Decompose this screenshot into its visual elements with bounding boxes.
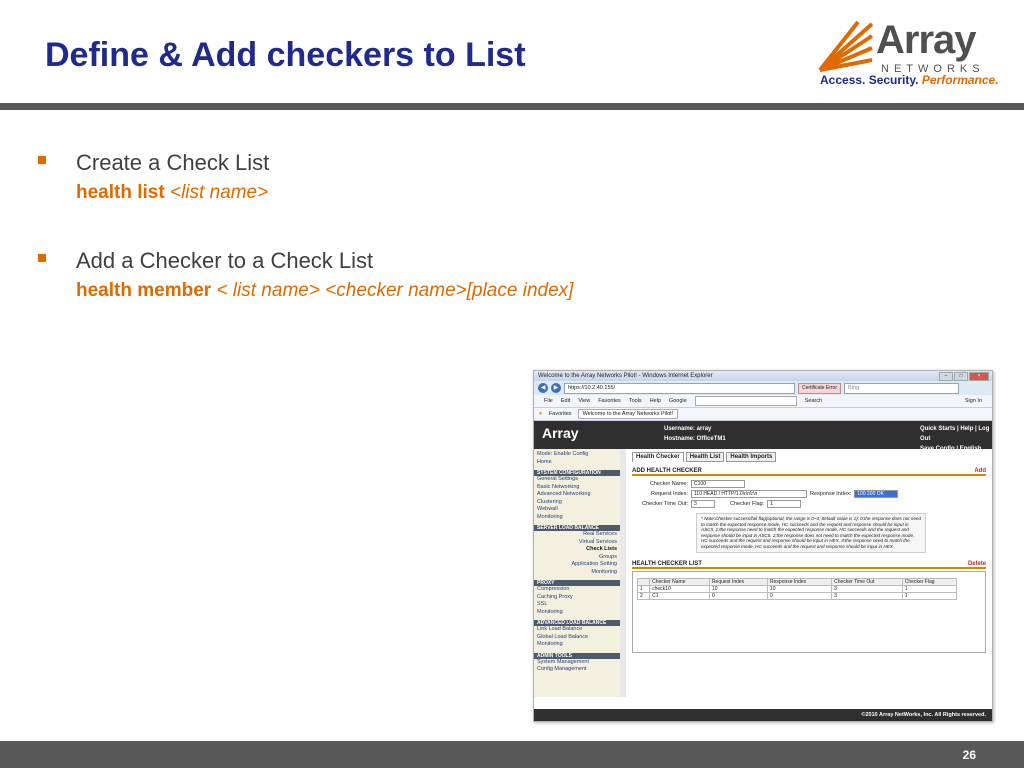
window-controls: – □ × xyxy=(939,371,992,381)
health-checker-table: Checker Name Request Index Response Inde… xyxy=(636,577,958,600)
sidebar-item[interactable]: General Settings xyxy=(534,476,626,484)
sidebar-item[interactable]: Webwall xyxy=(534,506,626,514)
table-row[interactable]: 1 check10 10 10 3 1 xyxy=(636,584,958,593)
bullet-create-list: Create a Check List health list <list na… xyxy=(36,150,736,204)
bullet-square-icon xyxy=(38,156,46,164)
sidebar-item[interactable]: Global Load Balance xyxy=(534,634,626,642)
footer-bar: 26 xyxy=(0,741,1024,768)
menu-edit[interactable]: Edit xyxy=(561,398,570,404)
title-divider-bar xyxy=(0,103,1024,110)
menu-view[interactable]: View xyxy=(578,398,590,404)
logo-tagline: Access. Security. Performance. xyxy=(820,73,999,87)
flag-input[interactable]: 1 xyxy=(767,500,802,508)
bullet-square-icon xyxy=(38,254,46,262)
timeout-row: Checker Time Out: 3 Checker Flag: 1 xyxy=(632,499,986,509)
request-index-select[interactable]: 110 HEAD / HTTP/1.0\r\n\r\n xyxy=(691,490,807,498)
menu-favorites[interactable]: Favorites xyxy=(598,398,621,404)
tab-health-list[interactable]: Health List xyxy=(685,452,725,462)
tab-health-checker[interactable]: Health Checker xyxy=(632,452,684,462)
sidebar-item[interactable]: Caching Proxy xyxy=(534,594,626,602)
sidebar-item[interactable]: System Management xyxy=(534,659,626,667)
sidebar-item[interactable]: Virtual Services xyxy=(534,539,626,547)
response-index-select[interactable]: 100 200 OK xyxy=(854,490,899,498)
toolbar-search[interactable]: Search xyxy=(805,398,822,404)
checker-name-input[interactable]: C100 xyxy=(691,480,745,488)
app-sidebar: Mode: Enable Config Home SYSTEM CONFIGUR… xyxy=(534,449,626,697)
bullet-text: Add a Checker to a Check List xyxy=(76,248,374,273)
menu-bar: File Edit View Favorites Tools Help Goog… xyxy=(534,395,992,408)
sidebar-item[interactable]: Basic Networking xyxy=(534,484,626,492)
sidebar-item[interactable]: Config Management xyxy=(534,666,626,674)
app-main: Health Checker Health List Health Import… xyxy=(626,449,992,697)
request-row: Request Index: 110 HEAD / HTTP/1.0\r\n\r… xyxy=(632,489,986,499)
logo-sunburst-icon xyxy=(818,20,874,72)
sidebar-item[interactable]: Groups xyxy=(534,554,626,562)
app-header: Array Username: array Hostname: OfficeTM… xyxy=(534,421,992,452)
close-icon[interactable]: × xyxy=(969,371,989,381)
timeout-input[interactable]: 3 xyxy=(691,500,715,508)
minimize-icon[interactable]: – xyxy=(939,371,953,381)
app-body: Mode: Enable Config Home SYSTEM CONFIGUR… xyxy=(534,449,992,697)
sidebar-item[interactable]: Monitoring xyxy=(534,609,626,617)
favorites-button[interactable]: Favorites xyxy=(549,411,572,417)
star-icon[interactable]: ★ xyxy=(538,411,543,417)
sidebar-item[interactable]: Real Services xyxy=(534,531,626,539)
browser-tab[interactable]: Welcome to the Array Networks Pilot! xyxy=(577,409,679,419)
app-logo: Array xyxy=(542,425,579,441)
sidebar-item[interactable]: Monitoring xyxy=(534,514,626,522)
sidebar-item-check-lists[interactable]: Check Lists xyxy=(534,546,626,554)
bullet-add-checker: Add a Checker to a Check List health mem… xyxy=(36,248,736,302)
app-footer-copyright: ©2010 Array NetWorks, Inc. All Rights re… xyxy=(534,709,992,721)
checker-table-frame: Checker Name Request Index Response Inde… xyxy=(632,570,986,653)
command-syntax: health list <list name> xyxy=(76,182,269,203)
add-health-checker-header: ADD HEALTH CHECKER Add xyxy=(632,464,986,476)
sidebar-item[interactable]: Monitoring xyxy=(534,569,626,577)
sidebar-item[interactable]: Advanced Networking xyxy=(534,491,626,499)
tab-bar: Health Checker Health List Health Import… xyxy=(632,452,986,462)
menu-help[interactable]: Help xyxy=(650,398,661,404)
checker-flag-note: * Note:Checker success/fail flag(optiona… xyxy=(696,513,926,553)
sidebar-item[interactable]: Link Load Balance xyxy=(534,626,626,634)
sidebar-item[interactable]: SSL xyxy=(534,601,626,609)
search-box[interactable]: Bing xyxy=(844,382,960,394)
command-syntax: health member < list name> <checker name… xyxy=(76,280,574,301)
header-links: Quick Starts | Help | Log Out Save Confi… xyxy=(918,421,992,452)
tab-health-imports[interactable]: Health Imports xyxy=(726,452,777,462)
health-checker-list-header: HEALTH CHECKER LIST Delete xyxy=(632,557,986,569)
google-search-input[interactable] xyxy=(694,396,797,406)
page-number: 26 xyxy=(962,748,976,762)
checker-name-row: Checker Name: C100 xyxy=(632,479,986,489)
bullet-list: Create a Check List health list <list na… xyxy=(36,150,736,302)
maximize-icon[interactable]: □ xyxy=(954,371,968,381)
mode-toggle[interactable]: Mode: Enable Config xyxy=(534,451,626,459)
quick-links[interactable]: Quick Starts | Help | Log Out xyxy=(920,424,990,444)
add-button[interactable]: Add xyxy=(974,468,986,474)
google-label: Google xyxy=(668,398,687,404)
user-info: Username: array Hostname: OfficeTM1 xyxy=(664,426,726,442)
sidebar-item-home[interactable]: Home xyxy=(534,459,626,467)
table-header-row: Checker Name Request Index Response Inde… xyxy=(636,577,958,586)
browser-title-bar: Welcome to the Array Networks Pilot! - W… xyxy=(534,371,992,381)
favorites-bar: ★ Favorites Welcome to the Array Network… xyxy=(534,408,992,421)
sign-in-link[interactable]: Sign In xyxy=(965,398,982,404)
sidebar-item[interactable]: Application Setting xyxy=(534,561,626,569)
menu-file[interactable]: File xyxy=(544,398,553,404)
bullet-text: Create a Check List xyxy=(76,150,270,175)
menu-tools[interactable]: Tools xyxy=(629,398,642,404)
table-row[interactable]: 2 C1 0 031 xyxy=(636,591,958,600)
address-bar[interactable]: https://10.2.40.155/ xyxy=(564,382,795,394)
forward-icon[interactable]: ▶ xyxy=(551,383,561,393)
address-row: ◀ ▶ https://10.2.40.155/ Certificate Err… xyxy=(534,381,992,395)
sidebar-item[interactable]: Clustering xyxy=(534,499,626,507)
sidebar-item[interactable]: Compression xyxy=(534,586,626,594)
logo-word: Array xyxy=(876,18,977,62)
array-networks-logo: Array NETWORKS Access. Security. Perform… xyxy=(818,18,1008,90)
sidebar-item[interactable]: Monitoring xyxy=(534,641,626,649)
certificate-error[interactable]: Certificate Error xyxy=(798,382,842,394)
back-icon[interactable]: ◀ xyxy=(538,383,548,393)
embedded-browser-screenshot: Welcome to the Array Networks Pilot! - W… xyxy=(533,370,993,722)
slide-title: Define & Add checkers to List xyxy=(45,36,526,74)
delete-button[interactable]: Delete xyxy=(968,561,986,567)
